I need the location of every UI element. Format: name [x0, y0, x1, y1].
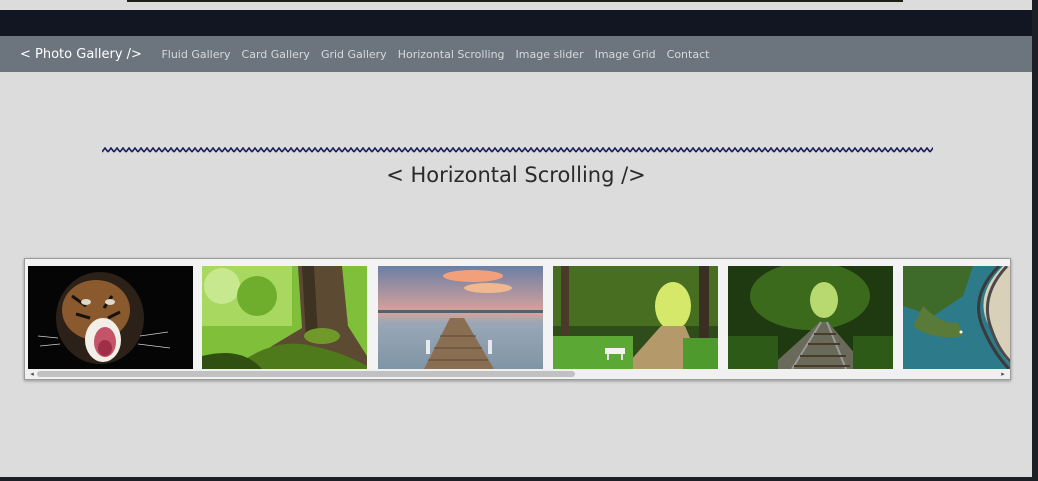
previous-section-strip: [0, 0, 1038, 36]
nav-link-contact[interactable]: Contact: [667, 48, 710, 61]
brand-link[interactable]: < Photo Gallery />: [20, 47, 142, 62]
window-right-edge: [1032, 0, 1038, 481]
gallery-photo-pier-sunset: [378, 266, 543, 369]
scroll-left-arrow-icon[interactable]: ◂: [27, 369, 37, 379]
gallery-photo-forest-path: [553, 266, 718, 369]
nav-links: Fluid Gallery Card Gallery Grid Gallery …: [156, 48, 715, 61]
nav-link-grid-gallery[interactable]: Grid Gallery: [321, 48, 387, 61]
nav-link-fluid-gallery[interactable]: Fluid Gallery: [161, 48, 230, 61]
gallery-photo-coastal-highway: [903, 266, 1010, 369]
gallery-photo-forest-roots: [202, 266, 367, 369]
scrollbar-thumb[interactable]: [37, 371, 575, 377]
gallery-photo-tiger: [28, 266, 193, 369]
nav-link-image-slider[interactable]: Image slider: [516, 48, 584, 61]
nav-link-image-grid[interactable]: Image Grid: [595, 48, 656, 61]
window-bottom-edge: [0, 477, 1038, 481]
nav-link-horizontal-scrolling[interactable]: Horizontal Scrolling: [398, 48, 505, 61]
wavy-divider: [102, 147, 933, 153]
horizontal-scroll-gallery[interactable]: ◂ ▸: [24, 258, 1011, 380]
nav-link-card-gallery[interactable]: Card Gallery: [242, 48, 310, 61]
page-title: < Horizontal Scrolling />: [386, 163, 646, 187]
scroll-right-arrow-icon[interactable]: ▸: [998, 369, 1008, 379]
navbar: < Photo Gallery /> Fluid Gallery Card Ga…: [0, 36, 1032, 72]
horizontal-scrollbar[interactable]: ◂ ▸: [25, 369, 1010, 379]
gallery-photo-railway: [728, 266, 893, 369]
previous-section-image-edge: [127, 0, 903, 2]
